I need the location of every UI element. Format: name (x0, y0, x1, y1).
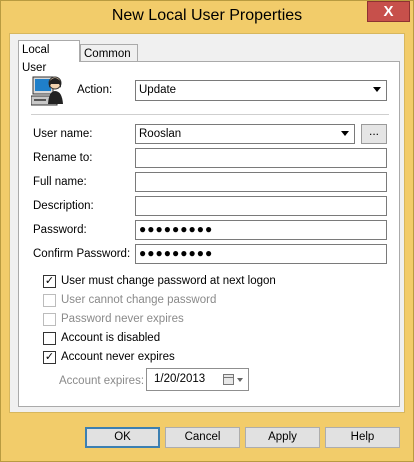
help-button[interactable]: Help (325, 427, 400, 448)
rename-input[interactable] (135, 148, 387, 168)
action-label: Action: (77, 84, 113, 96)
action-value: Update (139, 84, 177, 96)
account-expires-value: 1/20/2013 (154, 373, 206, 385)
password-never-expires-label: Password never expires (61, 313, 184, 325)
account-disabled-label: Account is disabled (61, 332, 161, 344)
account-never-expires-label: Account never expires (61, 351, 175, 363)
confirm-password-label: Confirm Password: (33, 248, 131, 260)
tab-local-user[interactable]: Local User (18, 40, 80, 74)
dialog-title: New Local User Properties (111, 7, 303, 24)
must-change-password-label: User must change password at next logon (61, 275, 276, 287)
account-disabled-checkbox[interactable] (43, 332, 56, 345)
ok-button[interactable]: OK (85, 427, 160, 448)
chevron-down-icon (373, 87, 381, 92)
dialog-window: New Local User Properties X Local User C… (0, 0, 414, 462)
user-name-label: User name: (33, 128, 93, 140)
dialog-body: Local User Common Action: Update User na… (9, 33, 405, 413)
must-change-password-checkbox[interactable]: ✓ (43, 275, 56, 288)
password-never-expires-checkbox[interactable] (43, 313, 56, 326)
cannot-change-password-label: User cannot change password (61, 294, 217, 306)
tab-panel: Action: Update User name: Rooslan ... Re… (18, 61, 400, 407)
chevron-down-icon (237, 378, 243, 382)
description-label: Description: (33, 200, 94, 212)
account-never-expires-checkbox[interactable]: ✓ (43, 351, 56, 364)
full-name-label: Full name: (33, 176, 87, 188)
calendar-icon (223, 374, 234, 385)
password-input[interactable]: ●●●●●●●●● (135, 220, 387, 240)
action-select[interactable]: Update (135, 80, 387, 101)
password-label: Password: (33, 224, 87, 236)
close-button[interactable]: X (367, 1, 410, 22)
account-expires-label: Account expires: (59, 375, 145, 387)
section-divider (31, 114, 389, 115)
title-bar[interactable]: New Local User Properties X (1, 1, 413, 33)
description-input[interactable] (135, 196, 387, 216)
full-name-input[interactable] (135, 172, 387, 192)
browse-user-button[interactable]: ... (361, 124, 387, 144)
account-expires-date-picker[interactable]: 1/20/2013 (146, 368, 249, 391)
local-user-icon (31, 76, 63, 106)
cannot-change-password-checkbox[interactable] (43, 294, 56, 307)
cancel-button[interactable]: Cancel (165, 427, 240, 448)
rename-label: Rename to: (33, 152, 93, 164)
confirm-password-input[interactable]: ●●●●●●●●● (135, 244, 387, 264)
tab-common[interactable]: Common (80, 44, 138, 62)
apply-button[interactable]: Apply (245, 427, 320, 448)
user-name-value: Rooslan (139, 128, 182, 140)
chevron-down-icon (341, 131, 349, 136)
user-name-combo[interactable]: Rooslan (135, 124, 355, 144)
